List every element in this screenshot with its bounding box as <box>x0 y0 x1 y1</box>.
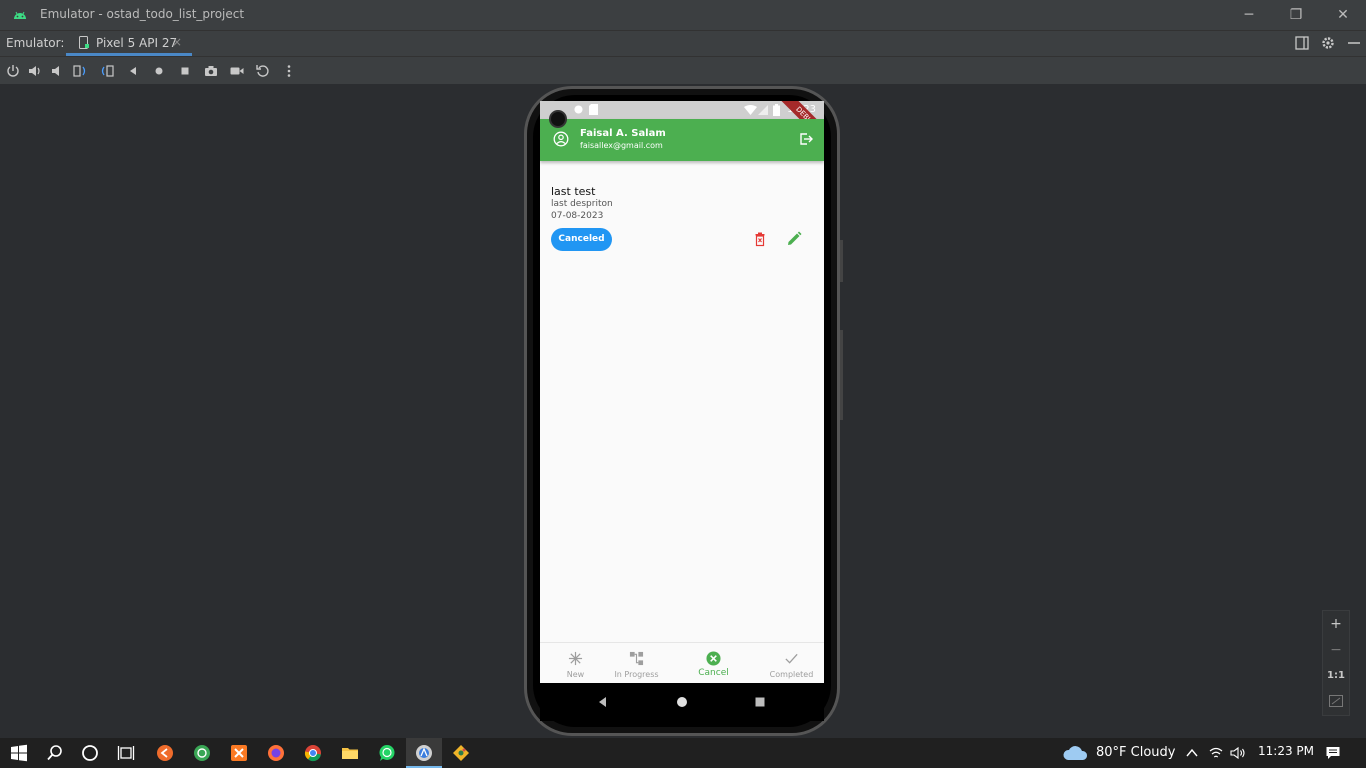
sd-card-icon <box>589 104 598 115</box>
android-overview-icon[interactable] <box>753 695 767 709</box>
zoom-out-button[interactable]: − <box>1323 637 1349 663</box>
layout-icon[interactable] <box>1294 35 1310 51</box>
volume-up-icon[interactable] <box>27 63 43 79</box>
device-icon <box>79 36 89 49</box>
phone-screen: 11:23 DEBUG Faisal A. Salam faisallex@gm… <box>540 101 824 683</box>
windows-start-icon[interactable] <box>10 744 28 762</box>
home-icon[interactable] <box>151 63 167 79</box>
network-icon[interactable] <box>1208 745 1224 761</box>
app-icon-diamond[interactable] <box>452 744 470 762</box>
close-tab-icon[interactable]: × <box>172 35 182 49</box>
nav-label-in-progress: In Progress <box>614 670 659 679</box>
file-explorer-icon[interactable] <box>341 744 359 762</box>
whatsapp-icon[interactable] <box>378 744 396 762</box>
nav-item-completed[interactable]: Completed <box>756 643 824 683</box>
nav-label-cancel: Cancel <box>698 668 729 678</box>
zoom-in-button[interactable]: + <box>1323 611 1349 637</box>
cancel-icon <box>706 651 721 666</box>
chrome-icon[interactable] <box>304 744 322 762</box>
hide-panel-icon[interactable] <box>1346 35 1362 51</box>
search-icon[interactable] <box>46 744 64 762</box>
task-date: 07-08-2023 <box>551 211 604 221</box>
progress-icon <box>629 651 644 666</box>
check-icon <box>785 653 798 664</box>
android-icon <box>14 11 26 19</box>
task-description: last despriton <box>551 199 613 209</box>
windows-taskbar: 80°F Cloudy 11:23 PM <box>0 738 1366 768</box>
user-email: faisallex@gmail.com <box>580 141 663 150</box>
delete-icon[interactable] <box>752 231 768 247</box>
emulator-tabbar: Emulator: Pixel 5 API 27 × <box>0 30 1366 56</box>
chevron-up-icon[interactable] <box>1184 745 1200 761</box>
logout-icon[interactable] <box>798 131 814 147</box>
avatar-icon[interactable] <box>553 131 569 147</box>
android-navbar <box>540 683 824 721</box>
android-studio-icon <box>416 745 432 761</box>
new-icon <box>568 651 583 666</box>
app-icon-green[interactable] <box>193 744 211 762</box>
rotate-left-icon[interactable] <box>72 63 88 79</box>
android-home-icon[interactable] <box>675 695 689 709</box>
fit-screen-icon[interactable] <box>1329 695 1343 707</box>
volume-down-icon[interactable] <box>49 63 65 79</box>
gear-icon[interactable] <box>1320 35 1336 51</box>
nav-label-completed: Completed <box>769 670 814 679</box>
power-icon[interactable] <box>5 63 21 79</box>
action-center-icon[interactable] <box>1325 745 1341 761</box>
status-badge: Canceled <box>551 228 612 251</box>
overview-icon[interactable] <box>177 63 193 79</box>
restore-button[interactable]: ❐ <box>1284 4 1308 26</box>
close-button[interactable]: ✕ <box>1331 4 1355 26</box>
android-back-icon[interactable] <box>596 695 610 709</box>
edit-icon[interactable] <box>786 231 802 247</box>
clock-time[interactable]: 11:23 PM <box>1258 744 1314 758</box>
notification-icon <box>574 105 583 114</box>
window-title: Emulator - ostad_todo_list_project <box>40 7 245 21</box>
firefox-icon[interactable] <box>267 744 285 762</box>
wifi-icon <box>744 105 757 115</box>
cloudy-icon[interactable] <box>1062 743 1090 763</box>
tab-device[interactable]: Pixel 5 API 27 × <box>66 31 192 56</box>
app-bar: Faisal A. Salam faisallex@gmail.com <box>540 119 824 161</box>
user-name: Faisal A. Salam <box>580 128 666 139</box>
status-bar: 11:23 <box>540 101 824 119</box>
signal-icon <box>758 105 768 115</box>
weather-text[interactable]: 80°F Cloudy <box>1096 745 1175 760</box>
power-side-button[interactable] <box>840 330 843 420</box>
camera-icon[interactable] <box>203 63 219 79</box>
app-icon-orange[interactable] <box>156 744 174 762</box>
record-icon[interactable] <box>229 63 245 79</box>
zoom-actual-size-button[interactable]: 1:1 <box>1323 663 1349 689</box>
volume-side-button[interactable] <box>840 240 843 282</box>
window-titlebar: Emulator - ostad_todo_list_project ─ ❐ ✕ <box>0 0 1366 30</box>
snapshot-icon[interactable] <box>255 63 271 79</box>
task-title: last test <box>551 185 596 198</box>
bottom-navigation: New In Progress Cancel Completed <box>540 642 824 683</box>
task-view-icon[interactable] <box>117 744 135 762</box>
minimize-button[interactable]: ─ <box>1237 4 1261 26</box>
back-icon[interactable] <box>125 63 141 79</box>
active-app-indicator[interactable] <box>406 738 442 768</box>
task-card[interactable]: last test last despriton 07-08-2023 Canc… <box>540 177 824 261</box>
rotate-right-icon[interactable] <box>99 63 115 79</box>
xampp-icon[interactable] <box>230 744 248 762</box>
zoom-panel: + − 1:1 <box>1322 610 1350 716</box>
emulator-toolbar <box>0 56 1366 84</box>
battery-icon <box>773 104 780 116</box>
front-camera <box>549 110 567 128</box>
more-icon[interactable] <box>281 63 297 79</box>
device-tab-label: Pixel 5 API 27 <box>96 36 178 50</box>
cortana-icon[interactable] <box>81 744 99 762</box>
nav-item-cancel[interactable]: Cancel <box>678 643 749 683</box>
speaker-icon[interactable] <box>1230 745 1246 761</box>
nav-item-in-progress[interactable]: In Progress <box>601 643 672 683</box>
emulator-label: Emulator: <box>6 36 65 50</box>
